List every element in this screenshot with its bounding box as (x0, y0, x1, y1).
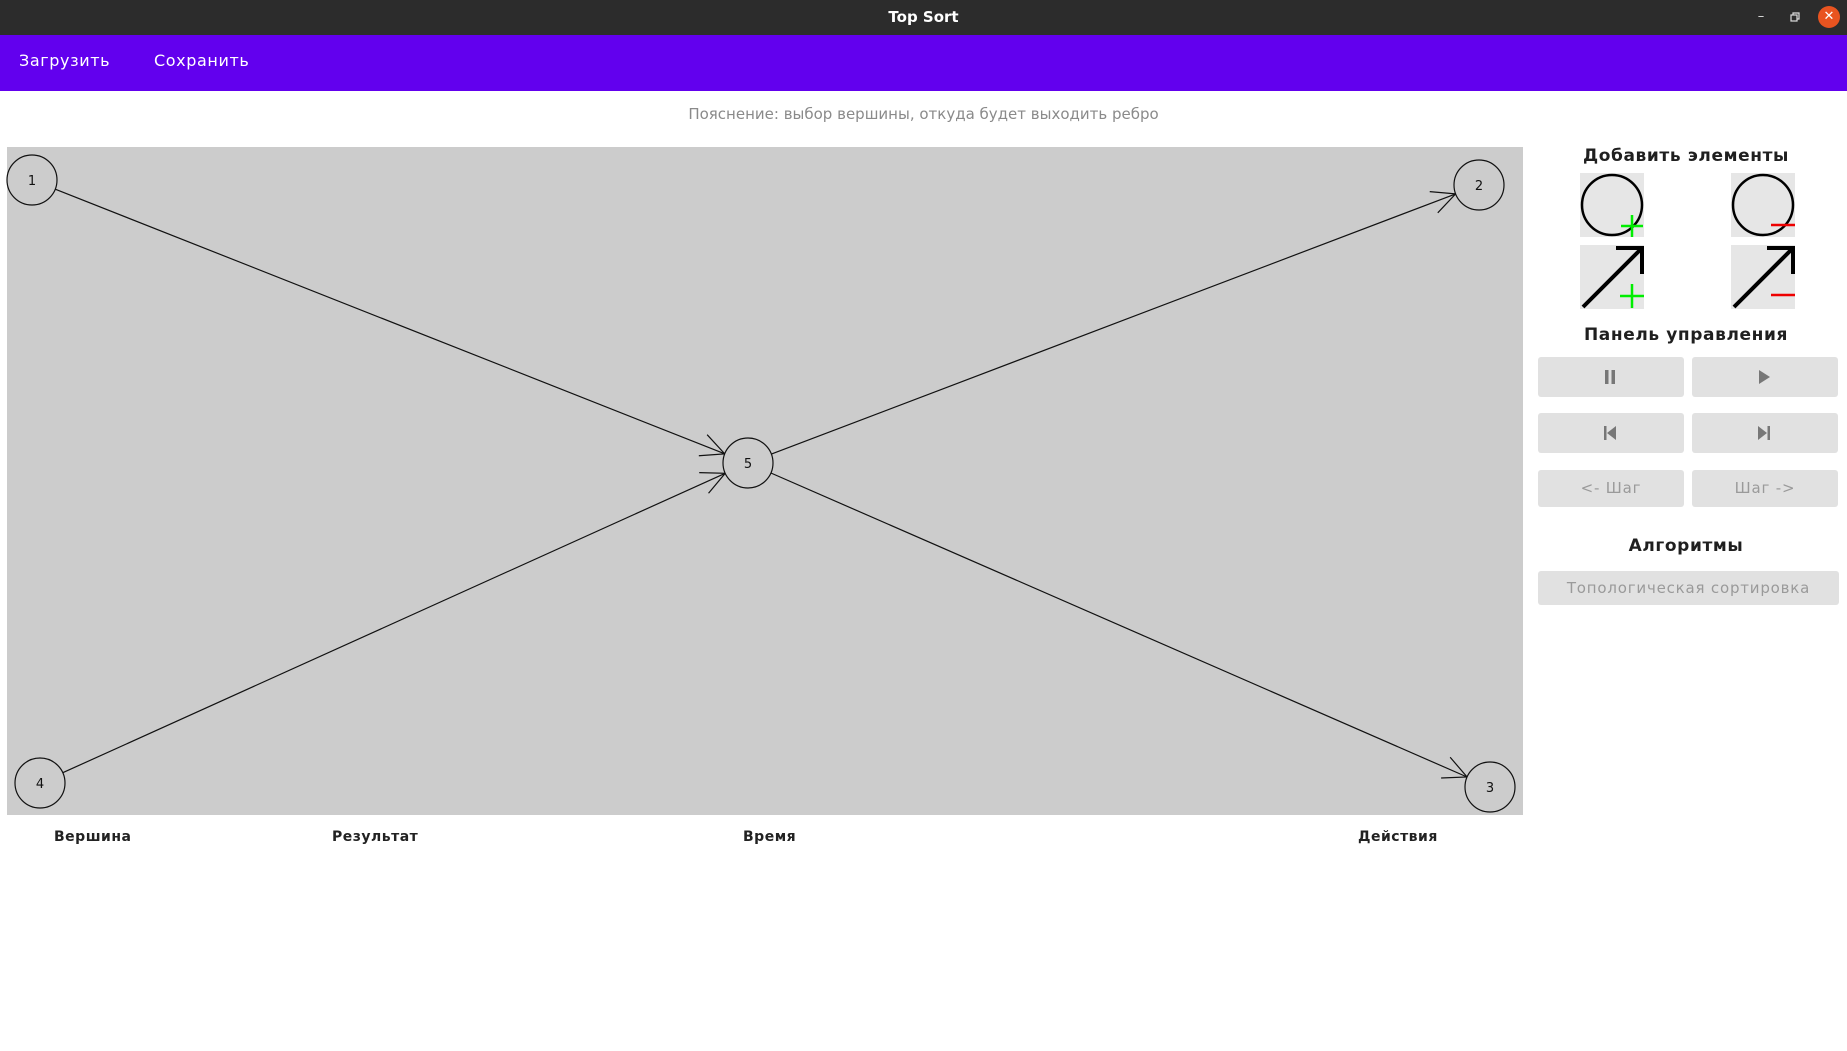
pause-button[interactable] (1538, 357, 1684, 397)
vertex-3[interactable]: 3 (1464, 761, 1516, 813)
step-back-button[interactable]: <- Шаг (1538, 470, 1684, 507)
control-panel-title: Панель управления (1583, 325, 1789, 345)
vertex-2[interactable]: 2 (1453, 159, 1505, 211)
column-header-vertex: Вершина (54, 829, 132, 845)
circle-plus-icon (1580, 173, 1644, 237)
edge-4-5[interactable] (62, 472, 727, 774)
topological-sort-button[interactable]: Топологическая сортировка (1538, 571, 1839, 605)
vertex-label: 5 (744, 457, 752, 472)
step-forward-button[interactable]: Шаг -> (1692, 470, 1838, 507)
skip-to-end-button[interactable] (1692, 413, 1838, 453)
algorithms-title: Алгоритмы (1628, 536, 1744, 556)
circle-minus-icon (1731, 173, 1795, 237)
column-header-actions: Действия (1358, 829, 1438, 845)
vertex-4[interactable]: 4 (14, 757, 66, 809)
vertex-1[interactable]: 1 (6, 154, 58, 206)
remove-edge-button[interactable] (1731, 245, 1795, 309)
arrow-plus-icon (1581, 246, 1644, 309)
column-header-time: Время (743, 829, 797, 845)
vertex-5[interactable]: 5 (722, 437, 774, 489)
skip-to-end-icon (1758, 426, 1770, 440)
skip-to-start-button[interactable] (1538, 413, 1684, 453)
vertex-label: 4 (36, 777, 44, 792)
edge-5-3[interactable] (770, 472, 1469, 779)
play-button[interactable] (1692, 357, 1838, 397)
column-header-result: Результат (332, 829, 419, 845)
remove-vertex-button[interactable] (1731, 173, 1795, 237)
vertex-label: 2 (1475, 179, 1483, 194)
add-edge-button[interactable] (1580, 245, 1644, 309)
add-elements-title: Добавить элементы (1582, 146, 1789, 166)
play-icon (1759, 370, 1770, 384)
skip-to-start-icon (1604, 426, 1616, 440)
pause-icon (1605, 370, 1615, 384)
edge-5-2[interactable] (771, 191, 1457, 455)
arrow-minus-icon (1732, 246, 1795, 309)
vertex-label: 3 (1486, 781, 1494, 796)
edge-1-5[interactable] (55, 188, 727, 457)
vertex-label: 1 (28, 174, 36, 189)
add-vertex-button[interactable] (1580, 173, 1644, 237)
